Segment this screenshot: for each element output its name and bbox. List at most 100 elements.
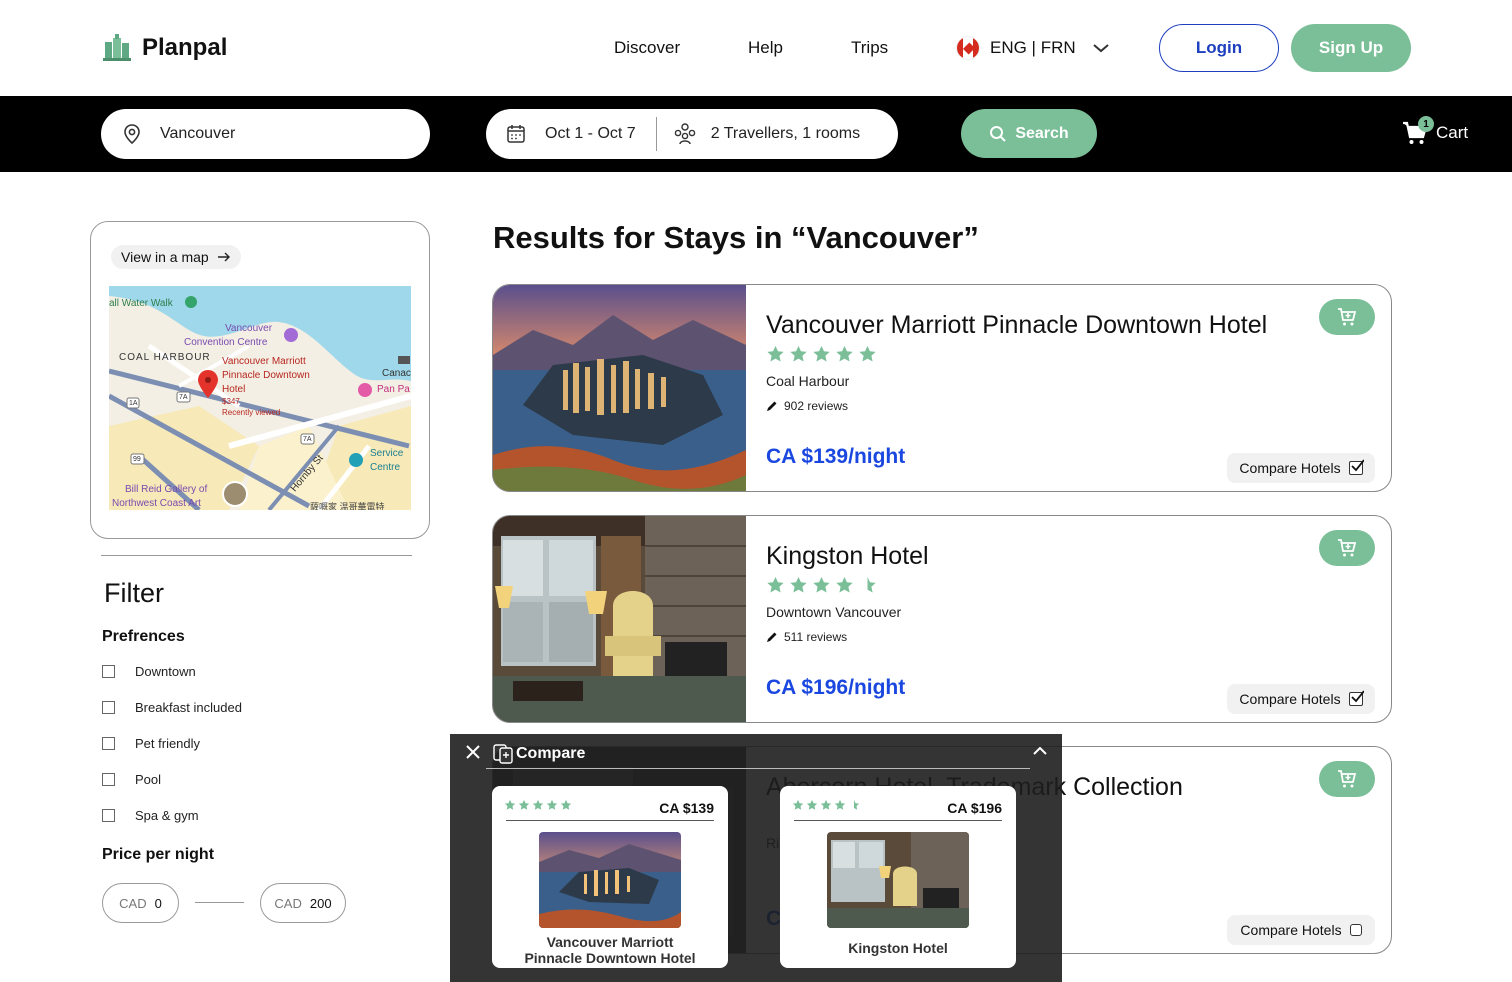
check-icon [1350,690,1364,703]
map-label-hotel-3: Hotel [222,384,246,395]
compare-hotels-toggle[interactable]: Compare Hotels [1227,453,1375,483]
compare-item[interactable]: CA $196 Kingston Hotel [780,786,1016,968]
hotel-area: Coal Harbour [766,373,850,389]
compare-item-photo [827,832,969,928]
view-map-link[interactable]: View in a map [111,245,241,269]
star-icon [518,799,530,810]
star-icon [560,799,572,810]
map-label-pin-price: $347 [222,397,240,406]
checkbox[interactable] [102,737,115,750]
filter-option-label: Spa & gym [135,808,199,823]
nav-trips[interactable]: Trips [851,38,888,58]
add-cart-icon [1338,308,1357,326]
filter-option-label: Downtown [135,664,196,679]
price-max-currency: CAD [274,895,302,911]
hotel-name[interactable]: Vancouver Marriott Pinnacle Downtown Hot… [766,311,1267,340]
chevron-up-icon[interactable] [1032,745,1048,757]
search-button[interactable]: Search [961,109,1097,158]
compare-label: Compare Hotels [1239,691,1341,707]
signup-button[interactable]: Sign Up [1291,24,1411,72]
star-icon [859,345,876,362]
price-min-input[interactable]: CAD 0 [102,883,179,923]
checkbox[interactable] [102,809,115,822]
checkbox[interactable] [102,665,115,678]
map-label-convention: Vancouver [225,323,273,334]
checkbox[interactable] [102,773,115,786]
compare-item-name-line-2: Pinnacle Downtown Hotel [524,950,696,966]
language-selector[interactable]: ENG | FRN [956,36,1110,60]
star-icon [806,799,818,810]
close-icon[interactable] [466,745,480,759]
cart-count-badge: 1 [1418,116,1434,132]
star-icon [790,576,807,593]
star-icon [532,799,544,810]
star-icon [834,799,846,810]
hotel-reviews[interactable]: 902 reviews [766,399,848,413]
map-preview[interactable]: all Water Walk Vancouver Convention Cent… [109,286,411,510]
star-icon [546,799,558,810]
compare-checkbox-checked[interactable] [1348,690,1364,706]
filter-option-downtown[interactable]: Downtown [102,664,196,679]
search-bar: Vancouver Oct 1 - Oct 7 2 Travellers, 1 … [0,96,1512,172]
guests-picker[interactable]: 2 Travellers, 1 rooms [657,109,860,159]
date-range-picker[interactable]: Oct 1 - Oct 7 [486,109,636,159]
star-icon [792,799,804,810]
top-header: Planpal Discover Help Trips ENG | FRN Lo… [0,0,1512,96]
map-label-bill-reid: Bill Reid Gallery of [125,484,208,495]
hotel-card[interactable]: Vancouver Marriott Pinnacle Downtown Hot… [492,284,1392,492]
half-star-icon [854,799,860,810]
login-button[interactable]: Login [1159,24,1279,72]
price-min-value: 0 [154,895,162,911]
filter-option-pool[interactable]: Pool [102,772,161,787]
canada-flag-icon [956,36,980,60]
hotel-name[interactable]: Kingston Hotel [766,542,929,571]
location-value: Vancouver [160,125,236,142]
sidebar-divider [101,555,412,556]
price-max-input[interactable]: CAD 200 [260,883,346,923]
cart-label: Cart [1436,123,1469,142]
pencil-icon [767,401,777,411]
hotel-price: CA $196/night [766,676,906,699]
checkbox[interactable] [102,701,115,714]
date-range-value: Oct 1 - Oct 7 [545,125,636,142]
map-road-99: 99 [133,456,141,463]
filter-option-pet-friendly[interactable]: Pet friendly [102,736,200,751]
compare-item-photo [539,832,681,928]
compare-item[interactable]: CA $139 Vancouver Marriott Pinnacle Down… [492,786,728,968]
filter-option-breakfast[interactable]: Breakfast included [102,700,242,715]
add-to-cart-button[interactable] [1319,299,1375,335]
compare-item-divider [506,820,714,821]
hotel-reviews[interactable]: 511 reviews [766,630,847,644]
brand-name: Planpal [142,34,228,61]
star-icon [836,345,853,362]
nav-discover[interactable]: Discover [614,38,680,58]
compare-checkbox-checked[interactable] [1348,459,1364,475]
chevron-down-icon [1092,44,1109,53]
compare-hotels-toggle[interactable]: Compare Hotels [1227,915,1375,945]
brand-logo[interactable]: Planpal [102,34,227,62]
compare-item-name: Kingston Hotel [848,940,948,956]
add-cart-icon [1338,539,1357,557]
compare-checkbox-unchecked[interactable] [1349,924,1362,936]
star-rating [504,799,572,811]
reviews-count: 902 reviews [784,399,849,413]
map-label-pan-pa: Pan Pa [377,384,410,395]
nav-help[interactable]: Help [748,38,783,58]
map-label-chinese: 薩嘅家 温哥華電特 [310,502,385,510]
compare-title: Compare [516,745,586,762]
map-label-service: Service [370,448,404,459]
filter-option-spa-gym[interactable]: Spa & gym [102,808,199,823]
compare-hotels-toggle[interactable]: Compare Hotels [1227,684,1375,714]
cart-button[interactable]: 1 Cart [1402,116,1469,146]
location-input[interactable]: Vancouver [101,109,430,159]
map-road-7a: 7A [179,394,188,401]
add-to-cart-button[interactable] [1319,761,1375,797]
hotel-card[interactable]: Kingston Hotel Downtown Vancouver 511 re… [492,515,1392,723]
map-label-coal-harbour: COAL HARBOUR [119,352,211,363]
add-to-cart-button[interactable] [1319,530,1375,566]
map-label-service-2: Centre [370,462,401,473]
location-pin-icon [124,124,140,145]
map-label-convention-2: Convention Centre [184,337,268,348]
compare-item-price: CA $139 [659,800,714,816]
map-label-hotel-1: Vancouver Marriott [222,356,306,367]
